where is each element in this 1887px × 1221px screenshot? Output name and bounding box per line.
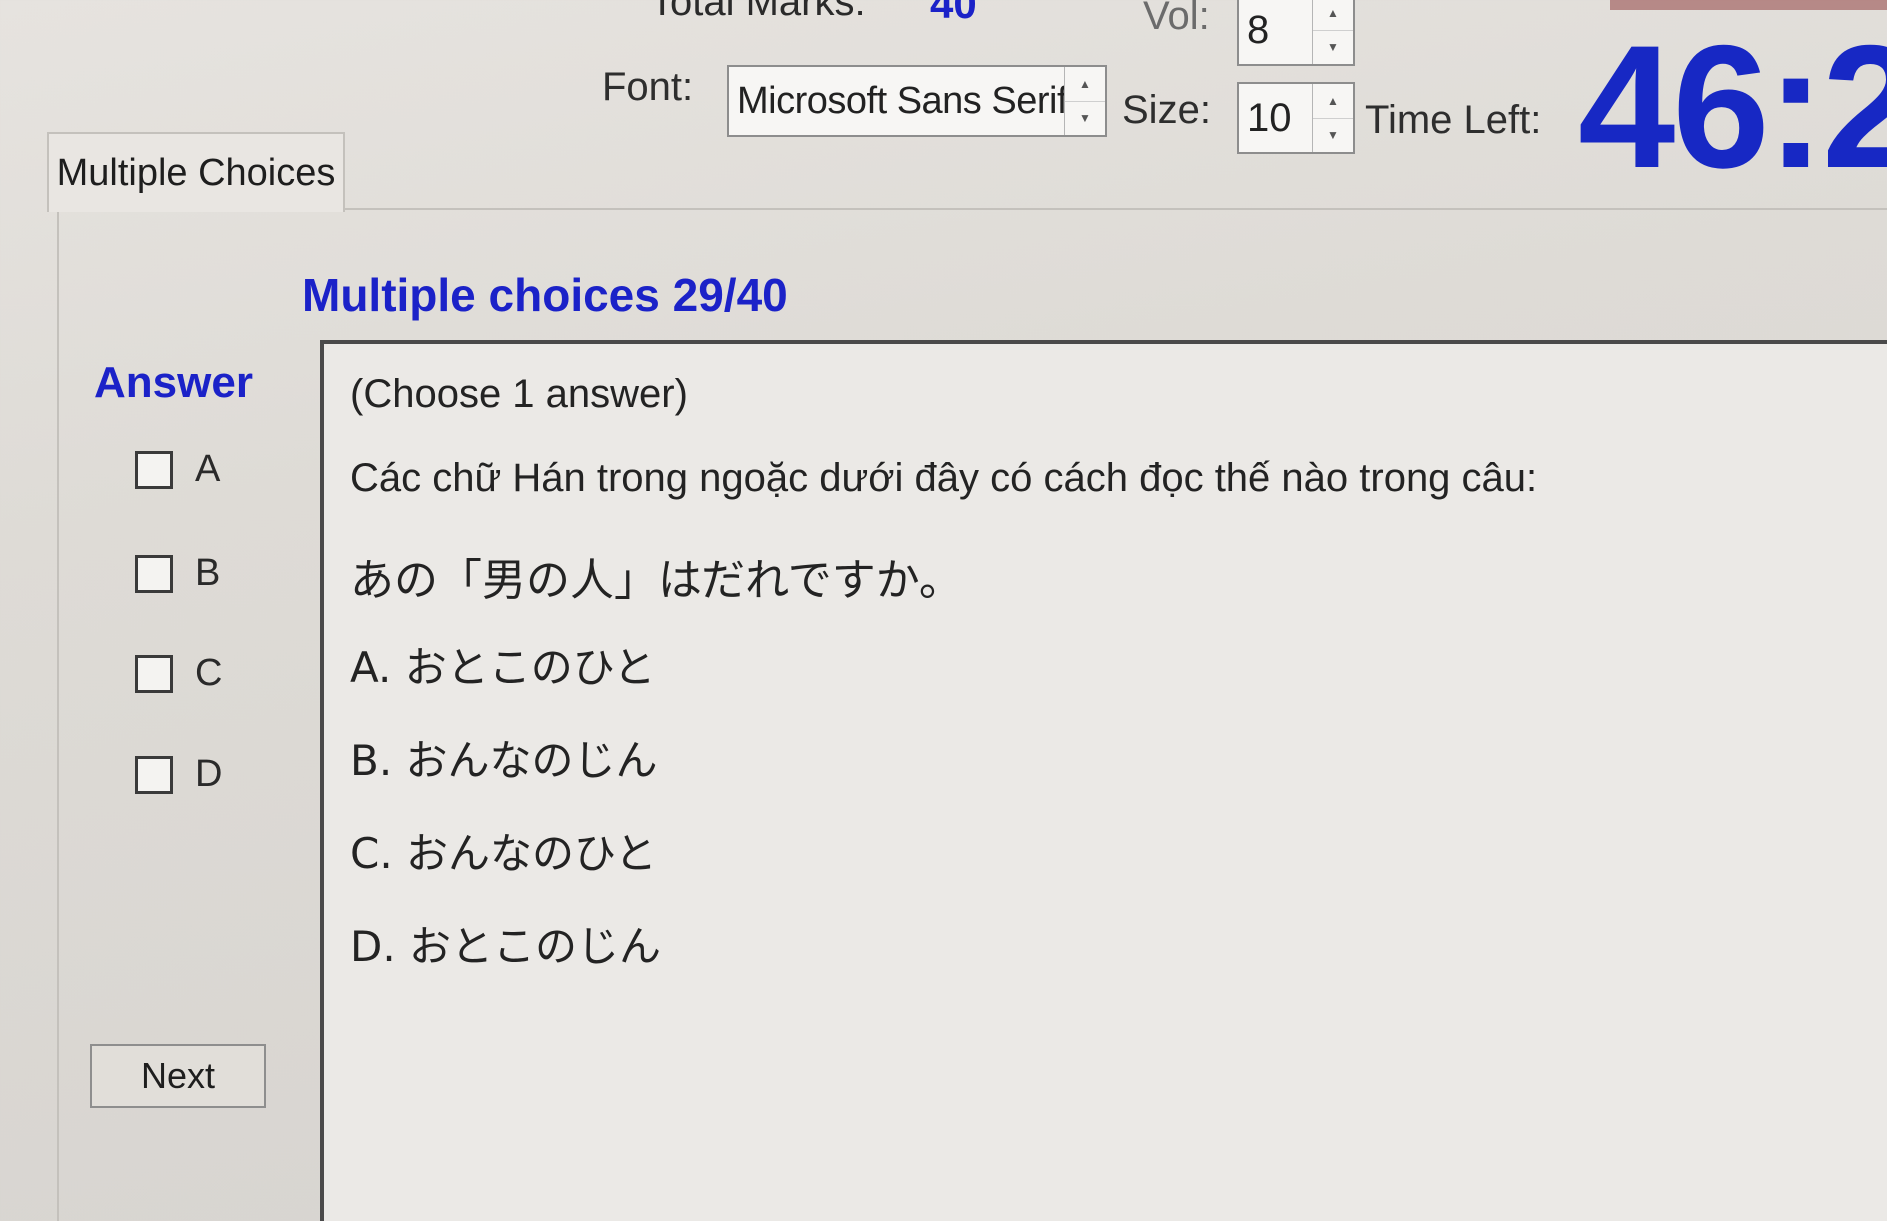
total-marks-label: Total Marks: <box>650 0 866 24</box>
next-button[interactable]: Next <box>90 1044 266 1108</box>
window-accent-strip <box>1610 0 1887 10</box>
answer-checkbox-c[interactable]: C <box>135 652 222 695</box>
volume-value[interactable]: 8 <box>1239 8 1312 53</box>
question-box: (Choose 1 answer) Các chữ Hán trong ngoặ… <box>320 340 1887 1221</box>
volume-label: Vol: <box>1143 0 1210 38</box>
font-size-value[interactable]: 10 <box>1239 96 1312 141</box>
answer-heading: Answer <box>94 358 253 407</box>
time-left-label: Time Left: <box>1365 98 1542 142</box>
tab-multiple-choices[interactable]: Multiple Choices <box>47 132 345 212</box>
spin-up-arrow-icon[interactable]: ▲ <box>1065 67 1105 102</box>
countdown-timer: 46:2 <box>1578 10 1887 205</box>
checkbox-icon[interactable] <box>135 450 173 489</box>
font-selector[interactable]: Microsoft Sans Serif ▲ ▼ <box>727 65 1107 137</box>
spin-down-arrow-icon[interactable]: ▼ <box>1313 31 1353 65</box>
spin-up-arrow-icon[interactable]: ▲ <box>1313 0 1353 31</box>
font-value[interactable]: Microsoft Sans Serif <box>729 80 1064 123</box>
spin-down-arrow-icon[interactable]: ▼ <box>1065 102 1105 136</box>
question-instruction: (Choose 1 answer) <box>350 372 688 416</box>
question-progress: Multiple choices 29/40 <box>302 269 788 321</box>
total-marks-value: 40 <box>930 0 977 27</box>
answer-checkbox-b[interactable]: B <box>135 552 220 595</box>
option-c: C. おんなのひと <box>350 829 657 878</box>
spin-down-arrow-icon[interactable]: ▼ <box>1313 119 1353 153</box>
size-label: Size: <box>1122 88 1211 132</box>
answer-letter: B <box>195 552 221 594</box>
font-label: Font: <box>602 65 694 109</box>
font-size-spinner[interactable]: 10 ▲ ▼ <box>1237 82 1355 154</box>
answer-checkbox-a[interactable]: A <box>135 448 220 491</box>
checkbox-icon[interactable] <box>135 554 173 593</box>
question-sentence: あの「男の人」はだれですか。 <box>350 555 963 606</box>
answer-letter: D <box>195 753 223 795</box>
option-a: A. おとこのひと <box>350 643 656 692</box>
answer-checkbox-d[interactable]: D <box>135 753 222 796</box>
answer-letter: C <box>195 652 223 694</box>
question-text: Các chữ Hán trong ngoặc dưới đây có cách… <box>350 456 1538 500</box>
answer-letter: A <box>195 448 221 490</box>
checkbox-icon[interactable] <box>135 755 173 794</box>
option-b: B. おんなのじん <box>350 736 658 785</box>
checkbox-icon[interactable] <box>135 654 173 693</box>
volume-spinner[interactable]: 8 ▲ ▼ <box>1237 0 1355 66</box>
spin-up-arrow-icon[interactable]: ▲ <box>1313 84 1353 119</box>
option-d: D. おとこのじん <box>350 922 662 971</box>
